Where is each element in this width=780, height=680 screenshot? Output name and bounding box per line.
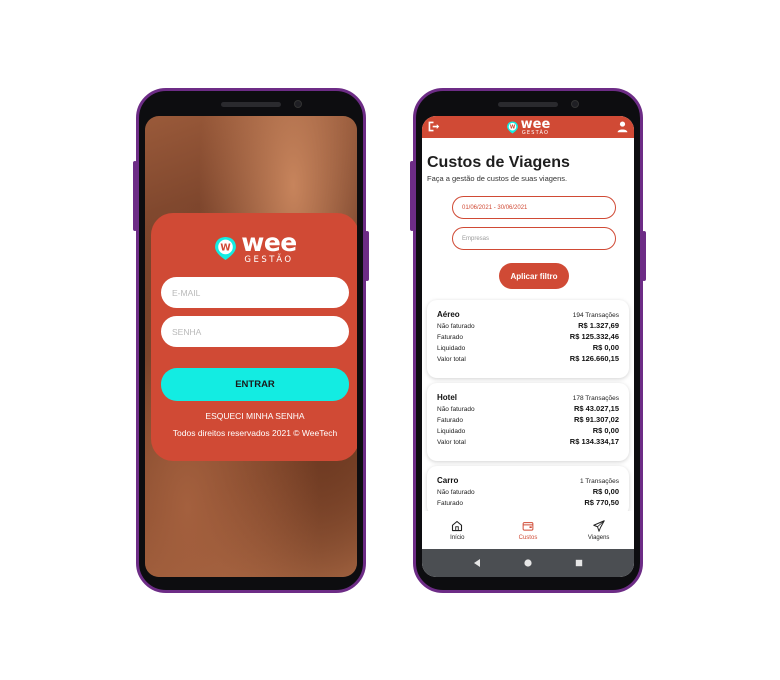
card-row: Faturado R$ 91.307,02 xyxy=(437,415,619,426)
row-label: Liquidado xyxy=(437,428,466,435)
row-value: R$ 125.332,46 xyxy=(569,332,619,341)
nav-item-inicio[interactable]: Início xyxy=(427,520,487,541)
card-title: Carro xyxy=(437,476,459,485)
row-label: Não faturado xyxy=(437,406,475,413)
row-value: R$ 126.660,15 xyxy=(569,354,619,363)
cost-card-carro[interactable]: Carro 1 Transações Não faturado R$ 0,00 F… xyxy=(427,466,629,516)
card-row: Valor total R$ 134.334,17 xyxy=(437,437,619,448)
card-transaction-count: 1 Transações xyxy=(579,478,619,485)
card-title: Aéreo xyxy=(437,310,460,319)
header-brand-gestao-text: GESTÃO xyxy=(521,129,550,136)
row-value: R$ 43.027,15 xyxy=(573,404,619,413)
user-icon[interactable] xyxy=(616,120,629,133)
app-screen: W wee GESTÃO Custos de Viagens Faça a ge… xyxy=(422,116,634,577)
bottom-navigation: Início Custos Viagens xyxy=(422,511,634,549)
card-row: Não faturado R$ 0,00 xyxy=(437,487,619,498)
cost-card-aereo[interactable]: Aéreo 194 Transações Não faturado R$ 1.32… xyxy=(427,300,629,378)
logout-icon[interactable] xyxy=(427,120,440,133)
company-field[interactable]: Empresas xyxy=(452,227,616,250)
page-title: Custos de Viagens xyxy=(427,154,570,171)
row-value: R$ 0,00 xyxy=(592,426,619,435)
apply-filter-button[interactable]: Aplicar filtro xyxy=(499,263,569,289)
svg-text:W: W xyxy=(509,124,515,130)
row-label: Faturado xyxy=(437,334,464,341)
phone-frame-login: W wee GESTÃO E-MAIL SENHA ENTRAR ESQUECI… xyxy=(133,88,369,593)
row-label: Valor total xyxy=(437,439,466,446)
row-label: Faturado xyxy=(437,500,464,507)
header-brand-wee-text: wee xyxy=(520,116,551,132)
email-field[interactable]: E-MAIL xyxy=(161,277,349,308)
forgot-password-link[interactable]: ESQUECI MINHA SENHA xyxy=(151,411,357,421)
cost-card-hotel[interactable]: Hotel 178 Transações Não faturado R$ 43.0… xyxy=(427,383,629,461)
row-value: R$ 770,50 xyxy=(584,498,619,507)
card-row: Liquidado R$ 0,00 xyxy=(437,343,619,354)
brand-gestao-text: GESTÃO xyxy=(244,255,294,265)
card-row: Liquidado R$ 0,00 xyxy=(437,426,619,437)
phone-frame-app: W wee GESTÃO Custos de Viagens Faça a ge… xyxy=(410,88,646,593)
header-brand-logo: W wee GESTÃO xyxy=(506,116,551,136)
speaker-grille xyxy=(498,102,558,107)
card-row: Não faturado R$ 43.027,15 xyxy=(437,404,619,415)
back-triangle-icon[interactable] xyxy=(472,558,482,568)
svg-text:W: W xyxy=(221,243,232,254)
login-background-photo: W wee GESTÃO E-MAIL SENHA ENTRAR ESQUECI… xyxy=(145,116,357,577)
row-value: R$ 91.307,02 xyxy=(573,415,619,424)
android-system-bar xyxy=(422,549,634,577)
card-transaction-count: 194 Transações xyxy=(572,312,619,319)
card-row: Valor total R$ 126.660,15 xyxy=(437,354,619,365)
card-header: Hotel 178 Transações xyxy=(437,393,619,404)
row-label: Não faturado xyxy=(437,489,475,496)
location-pin-icon: W xyxy=(506,121,518,133)
app-header: W wee GESTÃO xyxy=(422,116,634,138)
row-value: R$ 0,00 xyxy=(592,343,619,352)
home-circle-icon[interactable] xyxy=(523,558,533,568)
row-label: Faturado xyxy=(437,417,464,424)
nav-label: Viagens xyxy=(587,534,610,541)
row-label: Valor total xyxy=(437,356,466,363)
card-transaction-count: 178 Transações xyxy=(572,395,619,402)
card-row: Faturado R$ 770,50 xyxy=(437,498,619,509)
row-label: Não faturado xyxy=(437,323,475,330)
copyright-text: Todos direitos reservados 2021 © WeeTech xyxy=(172,428,338,438)
nav-label: Início xyxy=(450,534,465,541)
brand-wee-text: wee xyxy=(241,228,297,257)
airplane-icon xyxy=(592,519,605,532)
location-pin-icon: W xyxy=(215,237,237,260)
front-camera xyxy=(294,100,302,108)
login-screen: W wee GESTÃO E-MAIL SENHA ENTRAR ESQUECI… xyxy=(145,116,357,577)
home-icon xyxy=(452,520,463,531)
card-row: Faturado R$ 125.332,46 xyxy=(437,332,619,343)
login-card: W wee GESTÃO E-MAIL SENHA ENTRAR ESQUECI… xyxy=(151,213,357,461)
page-subtitle: Faça a gestão de custos de suas viagens. xyxy=(427,174,568,183)
recents-square-icon[interactable] xyxy=(574,558,584,568)
card-row: Não faturado R$ 1.327,69 xyxy=(437,321,619,332)
brand-logo: W wee GESTÃO xyxy=(151,228,357,265)
front-camera xyxy=(571,100,579,108)
password-field[interactable]: SENHA xyxy=(161,316,349,347)
nav-label: Custos xyxy=(518,534,538,541)
nav-item-custos[interactable]: Custos xyxy=(498,520,558,541)
card-header: Aéreo 194 Transações xyxy=(437,310,619,321)
row-value: R$ 1.327,69 xyxy=(578,321,619,330)
date-range-field[interactable]: 01/06/2021 - 30/06/2021 xyxy=(452,196,616,219)
row-value: R$ 134.334,17 xyxy=(569,437,619,446)
wallet-icon xyxy=(522,521,534,531)
row-value: R$ 0,00 xyxy=(592,487,619,496)
card-header: Carro 1 Transações xyxy=(437,476,619,487)
speaker-grille xyxy=(221,102,281,107)
nav-item-viagens[interactable]: Viagens xyxy=(569,519,629,541)
row-label: Liquidado xyxy=(437,345,466,352)
enter-button[interactable]: ENTRAR xyxy=(161,368,349,401)
card-title: Hotel xyxy=(437,393,457,402)
